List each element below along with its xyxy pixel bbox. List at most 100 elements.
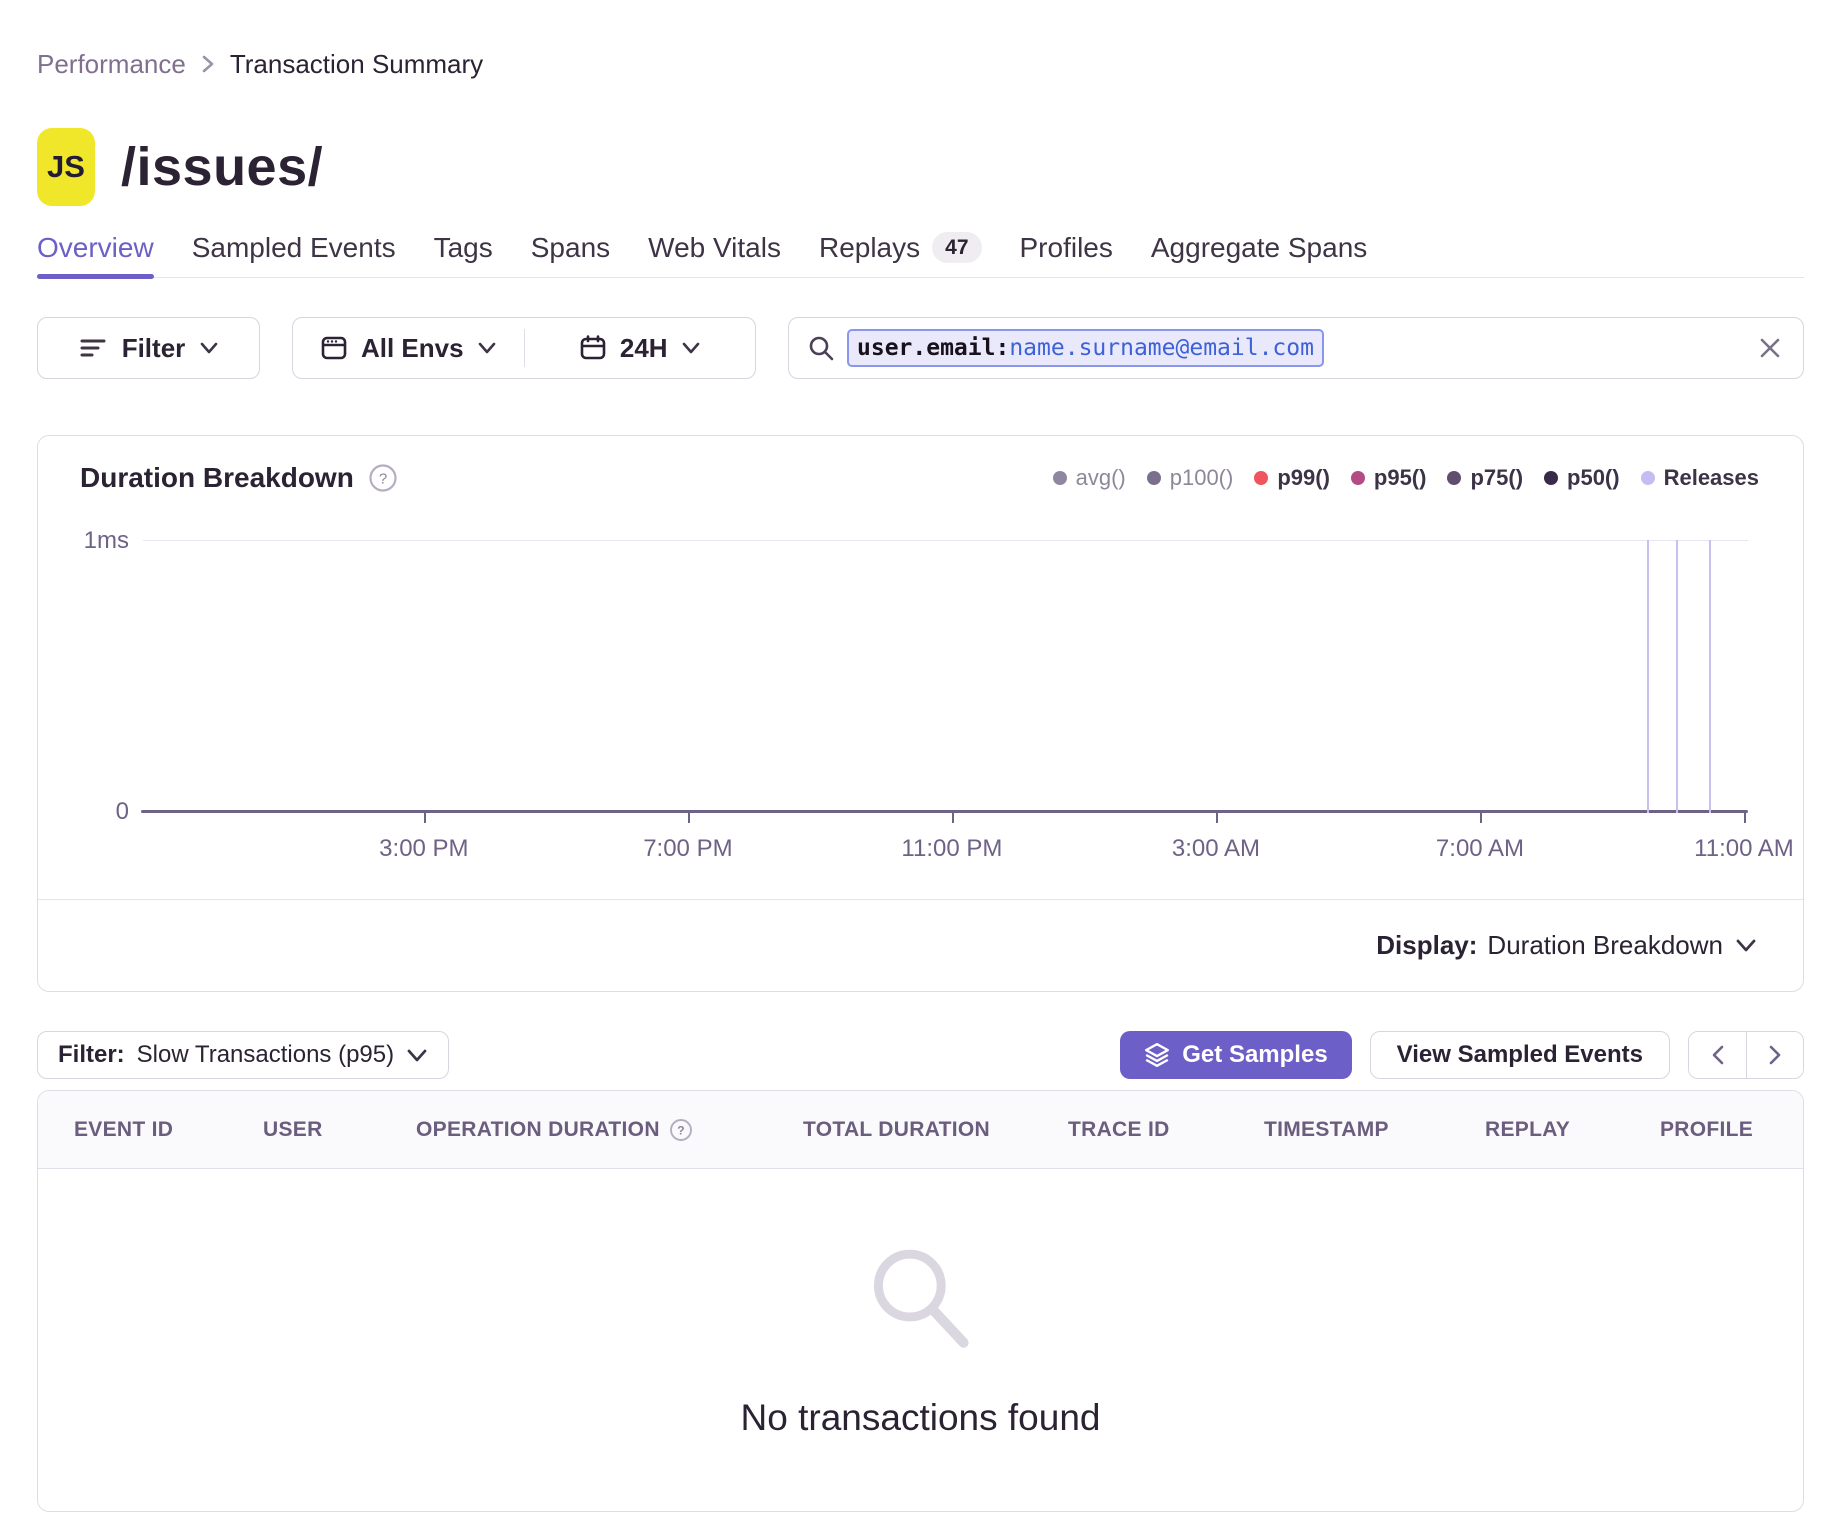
release-marker-line[interactable] xyxy=(1676,540,1678,813)
chart-legend: avg() p100() p99() p95() p75() p50() Releases xyxy=(1053,465,1759,491)
column-header-timestamp: TIMESTAMP xyxy=(1264,1118,1485,1142)
x-axis-tick xyxy=(1480,813,1482,823)
svg-text:?: ? xyxy=(677,1123,685,1137)
x-axis-line xyxy=(141,810,1748,813)
x-axis-label: 11:00 PM xyxy=(882,835,1022,863)
display-mode-selector[interactable]: Duration Breakdown xyxy=(1487,930,1757,961)
legend-dot xyxy=(1447,471,1461,485)
date-range-label: 24H xyxy=(620,333,668,364)
transaction-summary-page: Performance Transaction Summary JS /issu… xyxy=(0,0,1834,1532)
help-icon[interactable]: ? xyxy=(368,463,398,493)
filter-controls: Filter All Envs 24H xyxy=(37,317,1804,379)
calendar-icon xyxy=(579,334,607,362)
column-header-profile: PROFILE xyxy=(1660,1118,1803,1142)
filter-button[interactable]: Filter xyxy=(37,317,260,379)
column-header-label: OPERATION DURATION xyxy=(416,1118,660,1142)
breadcrumb-performance[interactable]: Performance xyxy=(37,49,186,80)
transactions-table: EVENT IDUSEROPERATION DURATION?TOTAL DUR… xyxy=(37,1090,1804,1512)
column-header-total-duration: TOTAL DURATION xyxy=(803,1118,1068,1142)
search-token-key: user.email: xyxy=(857,335,1009,361)
chevron-down-icon xyxy=(477,341,497,355)
legend-item-avg[interactable]: avg() xyxy=(1053,465,1126,491)
legend-item-p75[interactable]: p75() xyxy=(1447,465,1523,491)
column-header-trace-id: TRACE ID xyxy=(1068,1118,1264,1142)
legend-item-releases[interactable]: Releases xyxy=(1641,465,1759,491)
column-header-label: TOTAL DURATION xyxy=(803,1118,990,1142)
legend-label: p75() xyxy=(1470,465,1523,491)
tab-label: Replays xyxy=(819,233,920,263)
chart-title: Duration Breakdown xyxy=(80,462,354,494)
transaction-filter-value: Slow Transactions (p95) xyxy=(137,1041,394,1069)
view-sampled-events-button[interactable]: View Sampled Events xyxy=(1370,1031,1670,1079)
tab-overview[interactable]: Overview xyxy=(37,232,154,277)
tab-profiles[interactable]: Profiles xyxy=(1020,232,1113,277)
svg-text:?: ? xyxy=(379,471,387,488)
tab-label: Overview xyxy=(37,233,154,263)
clear-search-icon[interactable] xyxy=(1755,333,1785,363)
tab-web-vitals[interactable]: Web Vitals xyxy=(648,232,781,277)
column-header-label: EVENT ID xyxy=(74,1118,173,1142)
tab-replays[interactable]: Replays 47 xyxy=(819,232,982,277)
x-axis-tick xyxy=(952,813,954,823)
pagination xyxy=(1688,1031,1804,1079)
javascript-platform-badge: JS xyxy=(37,128,95,206)
x-axis-label: 3:00 PM xyxy=(354,835,494,863)
replays-count-badge: 47 xyxy=(932,232,981,263)
get-samples-button[interactable]: Get Samples xyxy=(1120,1031,1351,1079)
legend-item-p100[interactable]: p100() xyxy=(1147,465,1234,491)
legend-label: p95() xyxy=(1374,465,1427,491)
legend-dot xyxy=(1053,471,1067,485)
x-axis-tick xyxy=(1216,813,1218,823)
date-range-selector[interactable]: 24H xyxy=(525,318,756,378)
tab-aggregate-spans[interactable]: Aggregate Spans xyxy=(1151,232,1367,277)
tab-label: Spans xyxy=(531,233,610,263)
duration-breakdown-card: Duration Breakdown ? avg() p100() p99() p95… xyxy=(37,435,1804,992)
tab-label: Sampled Events xyxy=(192,233,396,263)
column-header-user: USER xyxy=(263,1118,416,1142)
previous-page-button[interactable] xyxy=(1689,1032,1746,1078)
transaction-filter-label: Filter: xyxy=(58,1041,125,1069)
page-header: JS /issues/ xyxy=(37,126,1804,208)
legend-dot xyxy=(1147,471,1161,485)
chart-footer: Display: Duration Breakdown xyxy=(38,899,1803,991)
search-filter-token[interactable]: user.email: name.surname@email.com xyxy=(847,329,1324,367)
legend-item-p50[interactable]: p50() xyxy=(1544,465,1620,491)
tab-spans[interactable]: Spans xyxy=(531,232,610,277)
samples-actions: Get Samples View Sampled Events xyxy=(1120,1031,1804,1079)
next-page-button[interactable] xyxy=(1746,1032,1803,1078)
chevron-down-icon xyxy=(199,341,219,355)
help-icon[interactable]: ? xyxy=(669,1118,693,1142)
display-mode-value: Duration Breakdown xyxy=(1487,930,1723,961)
transaction-filter-button[interactable]: Filter: Slow Transactions (p95) xyxy=(37,1031,449,1079)
table-empty-state: No transactions found xyxy=(38,1169,1803,1512)
column-header-label: PROFILE xyxy=(1660,1118,1753,1142)
column-header-label: TRACE ID xyxy=(1068,1118,1170,1142)
release-marker-line[interactable] xyxy=(1647,540,1649,813)
layers-icon xyxy=(1144,1042,1170,1068)
legend-dot xyxy=(1641,471,1655,485)
column-header-operation-duration: OPERATION DURATION? xyxy=(416,1118,803,1142)
column-header-replay: REPLAY xyxy=(1485,1118,1660,1142)
environment-selector[interactable]: All Envs xyxy=(293,318,524,378)
tab-bar: Overview Sampled Events Tags Spans Web Vital… xyxy=(37,232,1804,278)
duration-chart-plot[interactable]: 1ms 0 3:00 PM7:00 PM11:00 PM3:00 AM7:00 … xyxy=(143,540,1748,813)
empty-search-icon xyxy=(865,1243,977,1355)
release-marker-line[interactable] xyxy=(1709,540,1711,813)
x-axis-tick xyxy=(688,813,690,823)
tab-tags[interactable]: Tags xyxy=(434,232,493,277)
x-axis-label: 11:00 AM xyxy=(1674,835,1804,863)
search-input[interactable]: user.email: name.surname@email.com xyxy=(788,317,1804,379)
environment-label: All Envs xyxy=(361,333,464,364)
column-header-label: REPLAY xyxy=(1485,1118,1570,1142)
tab-label: Profiles xyxy=(1020,233,1113,263)
x-axis-label: 7:00 PM xyxy=(618,835,758,863)
chart-header: Duration Breakdown ? avg() p100() p99() p95… xyxy=(80,462,1759,494)
legend-item-p99[interactable]: p99() xyxy=(1254,465,1330,491)
tab-sampled-events[interactable]: Sampled Events xyxy=(192,232,396,277)
column-header-label: USER xyxy=(263,1118,323,1142)
samples-toolbar: Filter: Slow Transactions (p95) Get Samp… xyxy=(37,1031,1804,1079)
tab-label: Aggregate Spans xyxy=(1151,233,1367,263)
legend-item-p95[interactable]: p95() xyxy=(1351,465,1427,491)
search-icon xyxy=(807,334,835,362)
legend-dot xyxy=(1254,471,1268,485)
